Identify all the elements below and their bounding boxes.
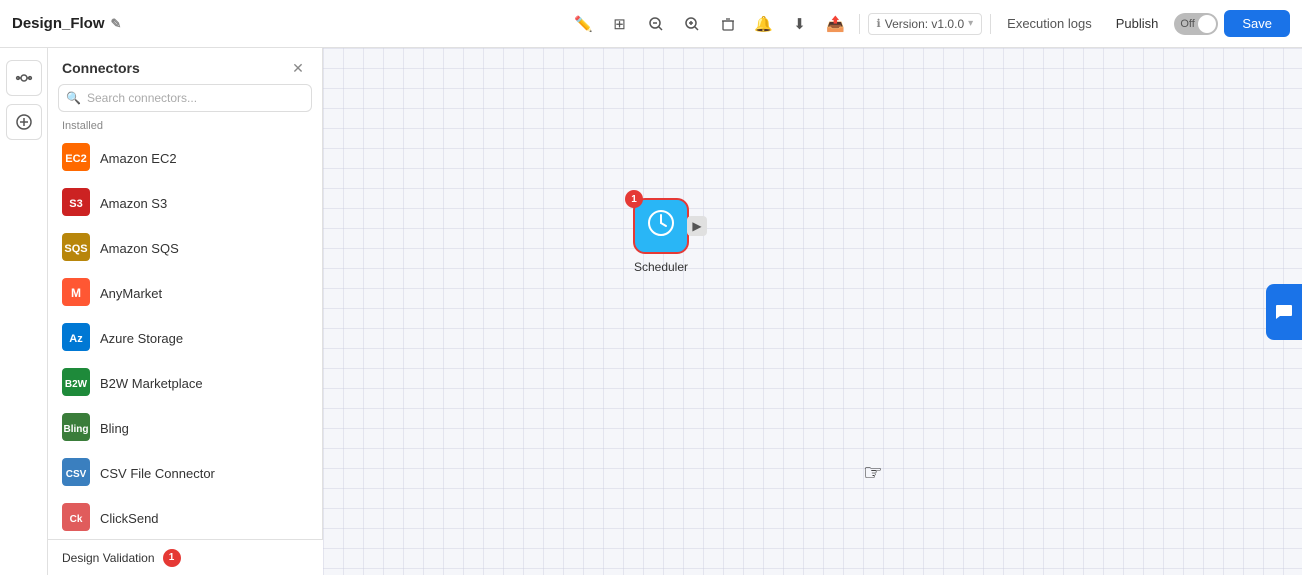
connector-item[interactable]: Bling Bling xyxy=(48,406,322,451)
app-title: Design_Flow ✎ xyxy=(12,15,121,32)
grid-tool-btn[interactable]: ⊞ xyxy=(605,9,635,39)
active-toggle[interactable]: Off xyxy=(1174,13,1218,35)
zoom-out-btn[interactable] xyxy=(641,9,671,39)
connector-item[interactable]: EC2 Amazon EC2 xyxy=(48,136,322,181)
svg-text:EC2: EC2 xyxy=(65,153,86,165)
connector-icon-btn[interactable] xyxy=(6,60,42,96)
connector-item[interactable]: M AnyMarket xyxy=(48,271,322,316)
feedback-btn[interactable] xyxy=(1266,284,1302,340)
node-error-badge: 1 xyxy=(625,190,643,208)
header-tools: ✏️ ⊞ 🔔 ⬇ 📤 ℹ Version: v1.0.0 ▾ Execution… xyxy=(569,9,1290,39)
download-btn[interactable]: ⬇ xyxy=(785,9,815,39)
connectors-header: Connectors ✕ xyxy=(48,48,322,84)
connectors-panel: Connectors ✕ 🔍 Installed EC2 Amazon EC2 … xyxy=(48,48,323,575)
svg-text:M: M xyxy=(71,286,81,300)
connector-icon-7: CSV xyxy=(62,458,90,489)
canvas-area[interactable]: 1 ▶ Scheduler ☞ xyxy=(323,48,1302,575)
svg-text:B2W: B2W xyxy=(65,379,88,390)
zoom-in-btn[interactable] xyxy=(677,9,707,39)
delete-btn[interactable] xyxy=(713,9,743,39)
validation-badge: 1 xyxy=(163,549,181,567)
node-expand-arrow[interactable]: ▶ xyxy=(687,216,707,236)
connector-item[interactable]: B2W B2W Marketplace xyxy=(48,361,322,406)
clock-icon xyxy=(646,208,676,245)
bottom-validation-bar[interactable]: Design Validation 1 xyxy=(48,539,323,575)
validation-label: Design Validation xyxy=(62,551,155,565)
share-btn[interactable]: 📤 xyxy=(821,9,851,39)
publish-btn[interactable]: Publish xyxy=(1106,12,1169,35)
connector-icon-3: M xyxy=(62,278,90,309)
search-icon: 🔍 xyxy=(66,91,81,105)
version-text: Version: v1.0.0 xyxy=(885,17,964,31)
connector-name-4: Azure Storage xyxy=(100,331,183,346)
save-btn[interactable]: Save xyxy=(1224,10,1290,37)
connector-icon-5: B2W xyxy=(62,368,90,399)
installed-label: Installed xyxy=(48,120,322,136)
connector-item[interactable]: Ck ClickSend xyxy=(48,496,322,541)
toggle-wrap: Off xyxy=(1174,13,1218,35)
toggle-knob xyxy=(1198,15,1216,33)
toggle-label: Off xyxy=(1180,18,1194,30)
connector-name-0: Amazon EC2 xyxy=(100,151,177,166)
connector-item[interactable]: CSV CSV File Connector xyxy=(48,451,322,496)
connector-item[interactable]: S3 Amazon S3 xyxy=(48,181,322,226)
svg-text:S3: S3 xyxy=(69,198,82,210)
connector-icon-0: EC2 xyxy=(62,143,90,174)
node-label: Scheduler xyxy=(634,260,688,274)
svg-text:SQS: SQS xyxy=(64,243,87,255)
connector-name-7: CSV File Connector xyxy=(100,466,215,481)
search-input[interactable] xyxy=(58,84,312,112)
connector-name-3: AnyMarket xyxy=(100,286,162,301)
connector-icon-8: Ck xyxy=(62,503,90,534)
connector-item[interactable]: SQS Amazon SQS xyxy=(48,226,322,271)
connector-name-1: Amazon S3 xyxy=(100,196,167,211)
execution-logs-btn[interactable]: Execution logs xyxy=(999,12,1100,35)
connector-name-5: B2W Marketplace xyxy=(100,376,203,391)
badge-count: 1 xyxy=(631,194,637,205)
version-badge[interactable]: ℹ Version: v1.0.0 ▾ xyxy=(868,13,983,35)
close-panel-btn[interactable]: ✕ xyxy=(288,58,308,78)
connector-item[interactable]: Az Azure Storage xyxy=(48,316,322,361)
divider-1 xyxy=(859,14,860,34)
connector-icon-6: Bling xyxy=(62,413,90,444)
divider-2 xyxy=(990,14,991,34)
title-text: Design_Flow xyxy=(12,15,105,32)
svg-text:Bling: Bling xyxy=(64,424,89,435)
add-icon-btn[interactable] xyxy=(6,104,42,140)
node-box[interactable]: ▶ xyxy=(633,198,689,254)
search-box: 🔍 xyxy=(58,84,312,112)
connector-name-6: Bling xyxy=(100,421,129,436)
connector-icon-2: SQS xyxy=(62,233,90,264)
left-sidebar xyxy=(0,48,48,575)
connectors-list: EC2 Amazon EC2 S3 Amazon S3 SQS Amazon S… xyxy=(48,136,322,575)
main-layout: Connectors ✕ 🔍 Installed EC2 Amazon EC2 … xyxy=(0,48,1302,575)
scheduler-node[interactable]: 1 ▶ Scheduler xyxy=(633,198,689,274)
validation-count: 1 xyxy=(169,552,175,563)
svg-text:CSV: CSV xyxy=(66,469,87,480)
svg-text:Az: Az xyxy=(69,333,83,345)
header: Design_Flow ✎ ✏️ ⊞ 🔔 ⬇ 📤 ℹ Version: v1.0… xyxy=(0,0,1302,48)
edit-title-icon[interactable]: ✎ xyxy=(111,16,122,32)
connector-icon-4: Az xyxy=(62,323,90,354)
svg-text:Ck: Ck xyxy=(70,514,83,525)
connector-icon-1: S3 xyxy=(62,188,90,219)
connector-name-2: Amazon SQS xyxy=(100,241,179,256)
pencil-tool-btn[interactable]: ✏️ xyxy=(569,9,599,39)
bell-btn[interactable]: 🔔 xyxy=(749,9,779,39)
cursor-hand: ☞ xyxy=(863,460,883,486)
connectors-title: Connectors xyxy=(62,60,140,76)
connector-name-8: ClickSend xyxy=(100,511,159,526)
